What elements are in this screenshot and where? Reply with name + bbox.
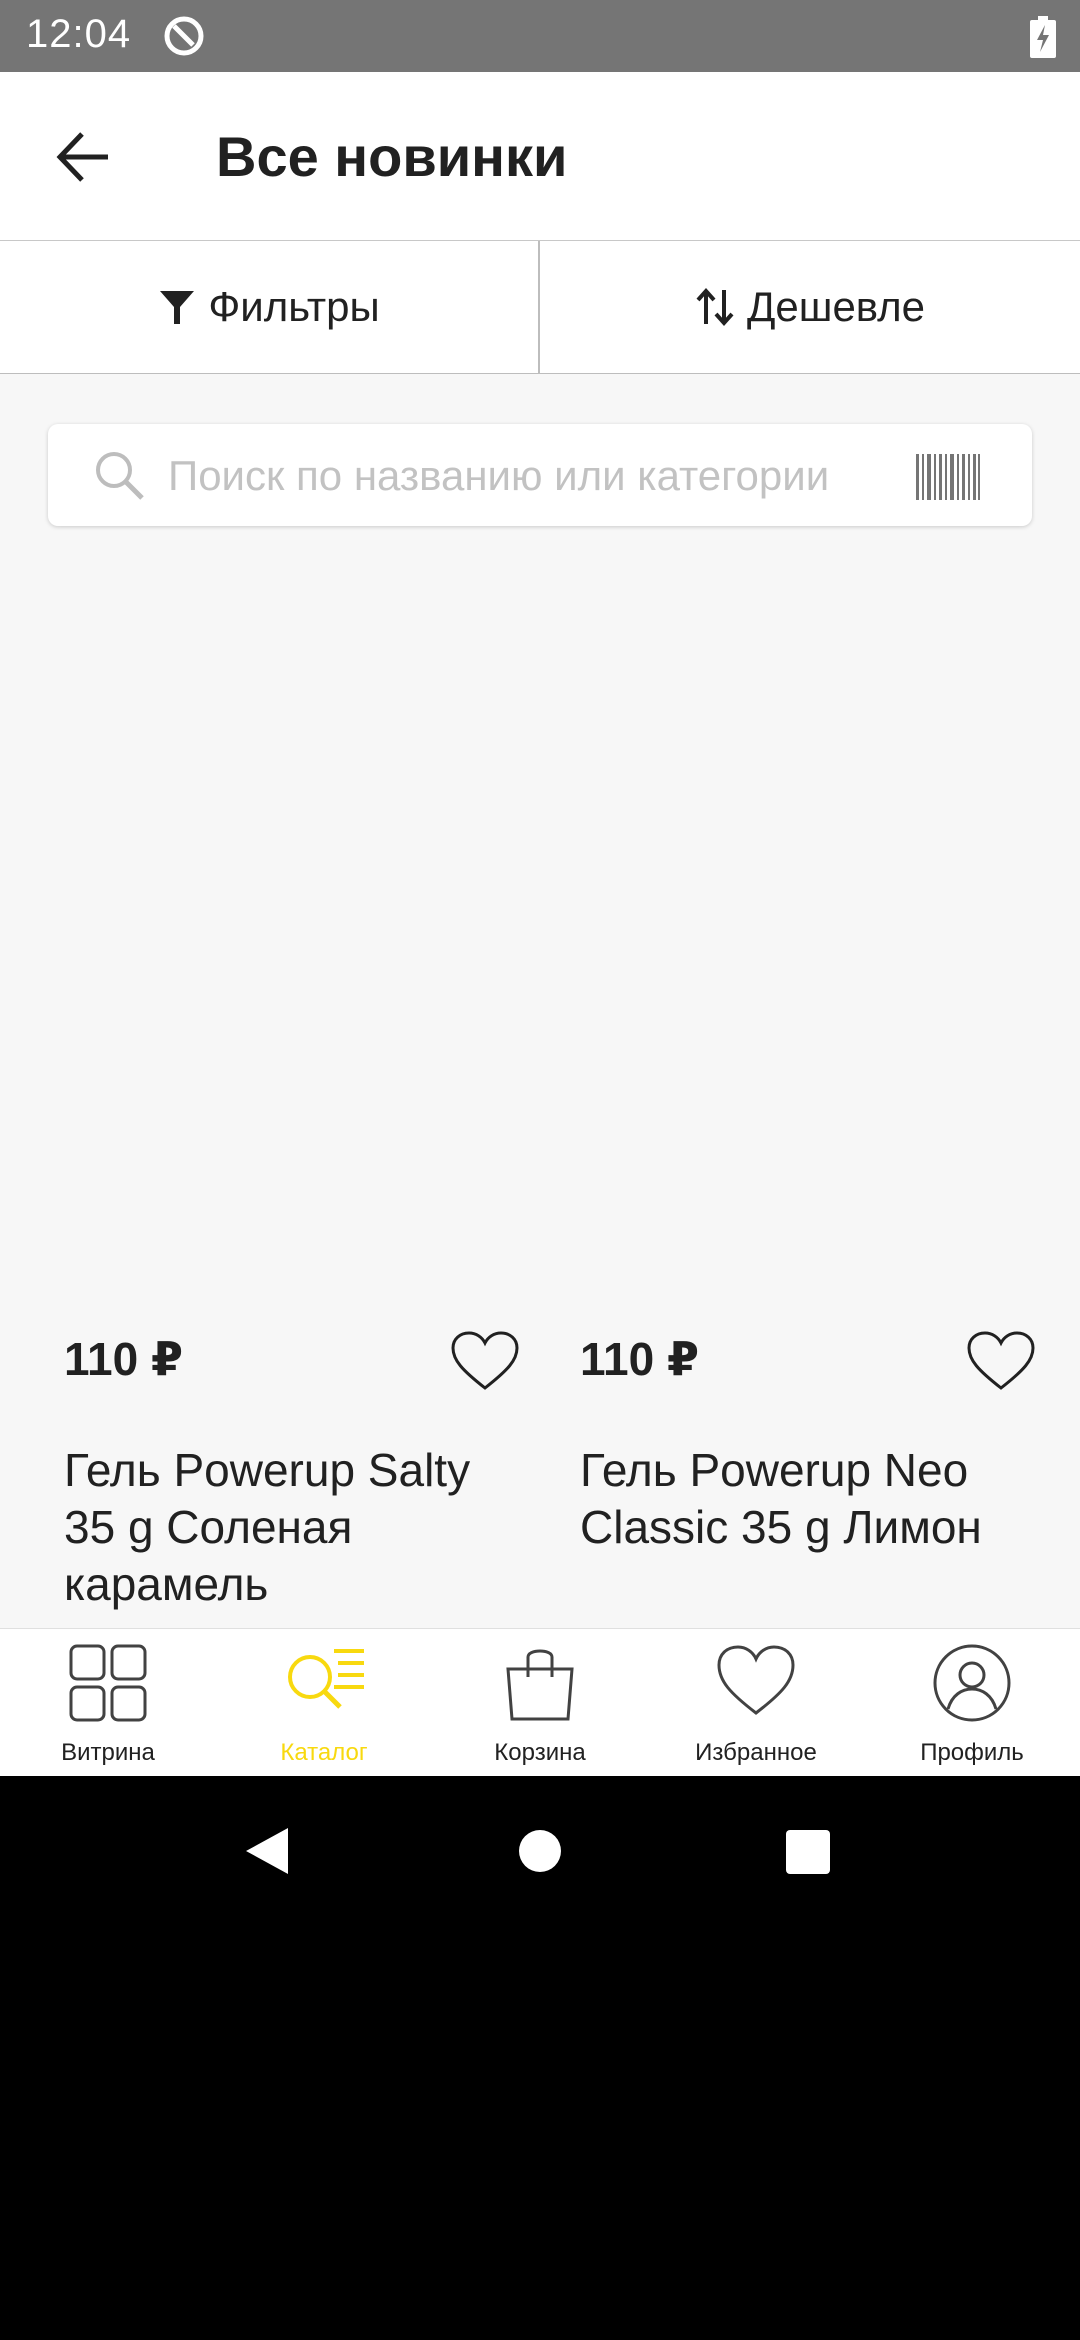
battery-charging-icon [1030,16,1056,58]
favorite-heart-icon[interactable] [966,1330,1036,1392]
status-time: 12:04 [26,12,132,56]
filter-sort-toolbar: Фильтры Дешевле [0,240,1080,375]
nav-item-profile[interactable]: Профиль [864,1629,1080,1777]
page-title: Все новинки [216,125,568,188]
filters-label: Фильтры [208,283,380,330]
app-bar: Все новинки [0,72,1080,240]
catalog-search-icon [288,1649,364,1709]
system-recents-icon[interactable] [786,1830,830,1874]
nav-label: Витрина [61,1739,155,1766]
favorite-heart-icon[interactable] [450,1330,520,1392]
product-price: 110 ₽ [64,1333,183,1385]
catalog-content: 110 ₽ Гель Powerup Salty 35 g Соленая ка… [0,374,1080,1628]
bottom-navigation: Витрина Каталог Корзина Избранное Профил… [0,1628,1080,1777]
nav-label: Профиль [920,1739,1024,1766]
nav-item-favorites[interactable]: Избранное [648,1629,864,1777]
nav-label: Каталог [280,1739,368,1766]
filter-icon [160,291,195,324]
sort-icon [696,287,734,327]
sort-button[interactable]: Дешевле [540,241,1080,373]
back-arrow-icon[interactable] [50,122,120,192]
system-navigation-bar [0,1776,1080,1916]
product-card[interactable]: 110 ₽ Гель Powerup Salty 35 g Соленая ка… [30,374,540,1628]
product-name: Гель Powerup Neo Classic 35 g Лимон [580,1444,982,1553]
product-card[interactable]: 110 ₽ Гель Powerup Neo Classic 35 g Лимо… [546,374,1056,1628]
filters-button[interactable]: Фильтры [0,241,540,373]
alert-icon [164,16,204,56]
status-bar: 12:04 [0,0,1080,72]
profile-icon [933,1644,1011,1722]
system-home-icon[interactable] [518,1829,562,1873]
nav-item-catalog[interactable]: Каталог [216,1629,432,1777]
grid-icon [69,1644,147,1722]
heart-icon [717,1645,795,1715]
product-price: 110 ₽ [580,1333,699,1385]
sort-label: Дешевле [746,283,926,330]
nav-item-cart[interactable]: Корзина [432,1629,648,1777]
nav-item-showcase[interactable]: Витрина [0,1629,216,1777]
product-name: Гель Powerup Salty 35 g Соленая карамель [64,1444,471,1610]
nav-label: Корзина [494,1739,586,1766]
nav-label: Избранное [695,1739,817,1766]
system-back-icon[interactable] [244,1826,290,1876]
bag-icon [506,1649,574,1721]
